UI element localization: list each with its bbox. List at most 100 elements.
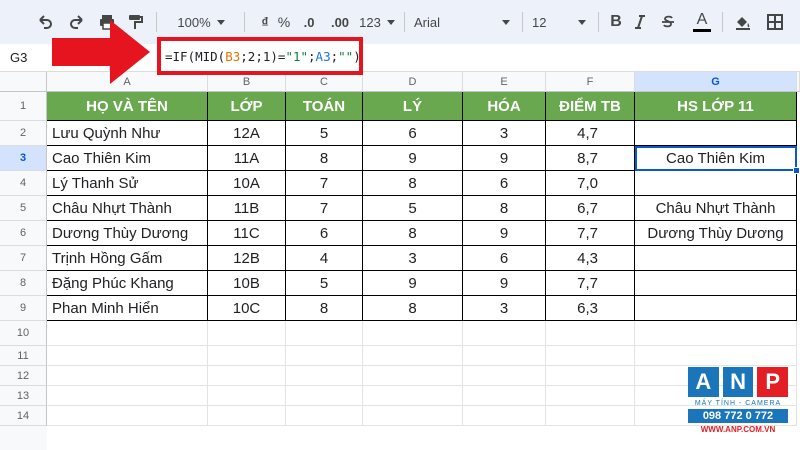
table-cell[interactable]: 3 (463, 121, 546, 146)
empty-cell[interactable] (363, 406, 463, 426)
row-header-3[interactable]: 3 (0, 146, 47, 171)
table-cell[interactable]: 8 (363, 171, 463, 196)
column-header-b[interactable]: B (208, 72, 286, 92)
table-cell[interactable]: 10A (208, 171, 286, 196)
empty-cell[interactable] (286, 366, 363, 386)
empty-cell[interactable] (47, 406, 208, 426)
empty-cell[interactable] (47, 321, 208, 346)
table-cell[interactable]: 8 (363, 296, 463, 321)
row-header-9[interactable]: 9 (0, 296, 47, 321)
empty-cell[interactable] (47, 346, 208, 366)
column-header-e[interactable]: E (463, 72, 546, 92)
table-cell[interactable]: Châu Nhựt Thành (47, 196, 208, 221)
table-cell[interactable]: Châu Nhựt Thành (635, 196, 797, 221)
table-cell[interactable]: 4,7 (546, 121, 635, 146)
table-cell[interactable]: 5 (286, 271, 363, 296)
column-header-c[interactable]: C (286, 72, 363, 92)
italic-button[interactable] (630, 0, 650, 44)
header-cell-physics[interactable]: LÝ (363, 92, 463, 121)
table-cell[interactable]: 7 (286, 196, 363, 221)
row-header-13[interactable]: 13 (0, 386, 47, 406)
empty-cell[interactable] (208, 346, 286, 366)
header-cell-name[interactable]: HỌ VÀ TÊN (47, 92, 208, 121)
table-cell[interactable] (635, 121, 797, 146)
table-cell[interactable]: Lưu Quỳnh Như (47, 121, 208, 146)
table-cell[interactable] (635, 296, 797, 321)
fill-color-button[interactable] (730, 0, 756, 44)
table-cell[interactable]: Lý Thanh Sử (47, 171, 208, 196)
empty-cell[interactable] (286, 406, 363, 426)
table-cell[interactable]: 9 (363, 146, 463, 171)
empty-cell[interactable] (363, 321, 463, 346)
empty-cell[interactable] (208, 406, 286, 426)
header-cell-average[interactable]: ĐIỂM TB (546, 92, 635, 121)
table-cell[interactable]: Cao Thiên Kim (47, 146, 208, 171)
empty-cell[interactable] (546, 386, 635, 406)
table-cell[interactable]: 6,7 (546, 196, 635, 221)
header-cell-chemistry[interactable]: HÓA (463, 92, 546, 121)
table-cell[interactable]: 7,7 (546, 271, 635, 296)
empty-cell[interactable] (463, 366, 546, 386)
table-cell[interactable] (635, 271, 797, 296)
table-cell[interactable]: 9 (463, 146, 546, 171)
table-cell[interactable]: 9 (363, 271, 463, 296)
header-cell-math[interactable]: TOÁN (286, 92, 363, 121)
empty-cell[interactable] (463, 386, 546, 406)
table-cell[interactable]: 9 (463, 221, 546, 246)
table-cell[interactable]: 11B (208, 196, 286, 221)
borders-button[interactable] (762, 0, 788, 44)
empty-cell[interactable] (286, 386, 363, 406)
table-cell[interactable]: Dương Thùy Dương (635, 221, 797, 246)
table-cell[interactable]: 10B (208, 271, 286, 296)
table-cell[interactable]: Đặng Phúc Khang (47, 271, 208, 296)
row-header-1[interactable]: 1 (0, 92, 47, 121)
empty-cell[interactable] (286, 321, 363, 346)
empty-cell[interactable] (363, 366, 463, 386)
active-cell-g3[interactable]: Cao Thiên Kim (635, 146, 797, 171)
table-cell[interactable]: 8 (286, 146, 363, 171)
strikethrough-button[interactable] (656, 0, 680, 44)
empty-cell[interactable] (286, 346, 363, 366)
fill-handle[interactable] (793, 167, 800, 174)
table-cell[interactable]: 6 (463, 246, 546, 271)
table-cell[interactable]: 9 (463, 271, 546, 296)
table-cell[interactable]: 7,7 (546, 221, 635, 246)
table-cell[interactable]: 4 (286, 246, 363, 271)
table-cell[interactable]: 6,3 (546, 296, 635, 321)
row-header-2[interactable]: 2 (0, 121, 47, 146)
column-header-d[interactable]: D (363, 72, 463, 92)
table-cell[interactable]: 12A (208, 121, 286, 146)
empty-cell[interactable] (546, 406, 635, 426)
empty-cell[interactable] (635, 346, 797, 366)
table-cell[interactable]: 8,7 (546, 146, 635, 171)
column-header-g[interactable]: G (635, 72, 797, 92)
empty-cell[interactable] (363, 346, 463, 366)
bold-button[interactable]: B (606, 0, 626, 44)
table-cell[interactable]: 8 (286, 296, 363, 321)
empty-cell[interactable] (47, 366, 208, 386)
empty-cell[interactable] (635, 321, 797, 346)
header-cell-grade11[interactable]: HS LỚP 11 (635, 92, 797, 121)
row-header-14[interactable]: 14 (0, 406, 47, 426)
empty-cell[interactable] (363, 386, 463, 406)
empty-cell[interactable] (208, 386, 286, 406)
table-cell[interactable]: 11A (208, 146, 286, 171)
table-cell[interactable]: 12B (208, 246, 286, 271)
font-family-select[interactable]: Arial (414, 0, 514, 44)
table-cell[interactable]: Dương Thùy Dương (47, 221, 208, 246)
empty-cell[interactable] (47, 386, 208, 406)
table-cell[interactable]: 6 (286, 221, 363, 246)
table-cell[interactable]: 4,3 (546, 246, 635, 271)
table-cell[interactable]: 8 (363, 221, 463, 246)
empty-cell[interactable] (208, 321, 286, 346)
table-cell[interactable] (635, 246, 797, 271)
row-header-7[interactable]: 7 (0, 246, 47, 271)
formula-input[interactable]: =IF(MID(B3;2;1)="1";A3;"") (157, 37, 363, 75)
table-cell[interactable]: 3 (363, 246, 463, 271)
table-cell[interactable]: 11C (208, 221, 286, 246)
row-header-11[interactable]: 11 (0, 346, 47, 366)
empty-cell[interactable] (546, 321, 635, 346)
row-header-4[interactable]: 4 (0, 171, 47, 196)
row-header-10[interactable]: 10 (0, 321, 47, 346)
column-header-f[interactable]: F (546, 72, 635, 92)
